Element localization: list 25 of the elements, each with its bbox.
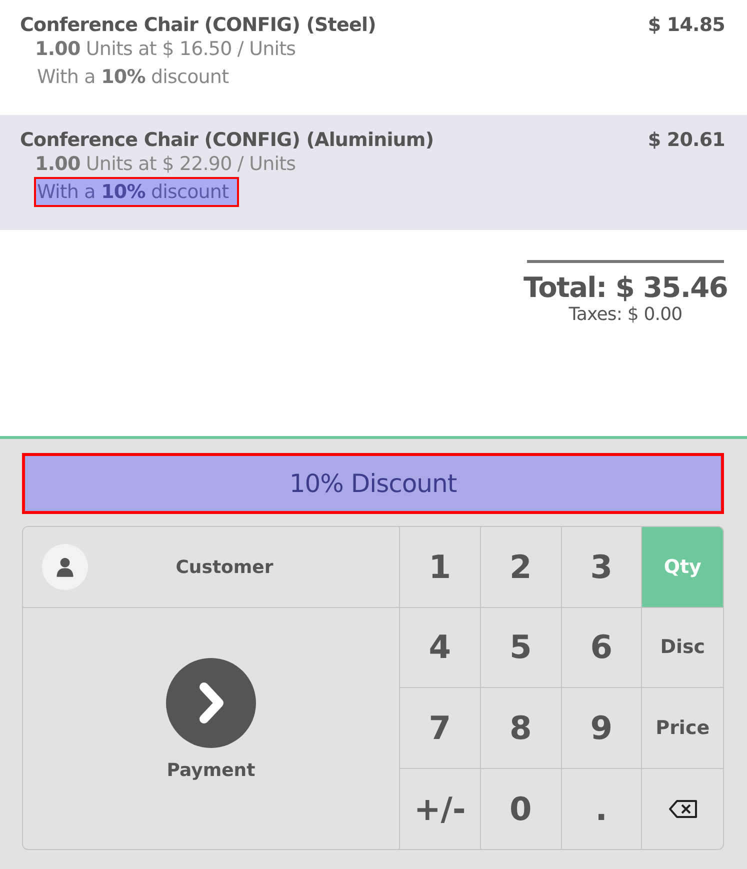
numpad-key[interactable]: 6 <box>562 608 642 688</box>
line-price: $ 20.61 <box>648 129 725 151</box>
backspace-icon <box>668 798 698 819</box>
customer-button[interactable]: Customer <box>23 527 399 608</box>
taxes-amount: Taxes: $ 0.00 <box>568 304 682 325</box>
unit-info: 1.00 Units at $ 16.50 / Units <box>35 37 297 62</box>
order-line[interactable]: Conference Chair (CONFIG) (Steel) $ 14.85 1.00 Units at $ 16.50 / Units With a 10% discount <box>0 0 747 115</box>
numpad-key[interactable]: 2 <box>480 527 562 608</box>
numpad-key[interactable]: 1 <box>400 527 481 608</box>
discount-button[interactable]: 10% Discount <box>22 453 724 514</box>
line-price: $ 14.85 <box>648 14 725 36</box>
numpad-key[interactable]: 4 <box>400 608 481 688</box>
numpad-key[interactable]: 9 <box>562 688 642 768</box>
chevron-icon <box>166 658 256 748</box>
numpad-key[interactable]: 5 <box>480 608 562 688</box>
numpad-key[interactable]: 8 <box>480 688 562 768</box>
numpad-key[interactable]: 3 <box>562 527 642 608</box>
discount-info: With a 10% discount <box>36 65 230 90</box>
numpad-key[interactable]: 7 <box>400 688 481 768</box>
product-name: Conference Chair (CONFIG) (Aluminium) <box>20 129 434 151</box>
discount-info: With a 10% discount <box>34 177 239 207</box>
unit-info: 1.00 Units at $ 22.90 / Units <box>35 152 297 177</box>
order-total: Total: $ 35.46 <box>523 271 728 304</box>
product-name: Conference Chair (CONFIG) (Steel) <box>20 14 376 36</box>
person-icon <box>42 544 88 590</box>
